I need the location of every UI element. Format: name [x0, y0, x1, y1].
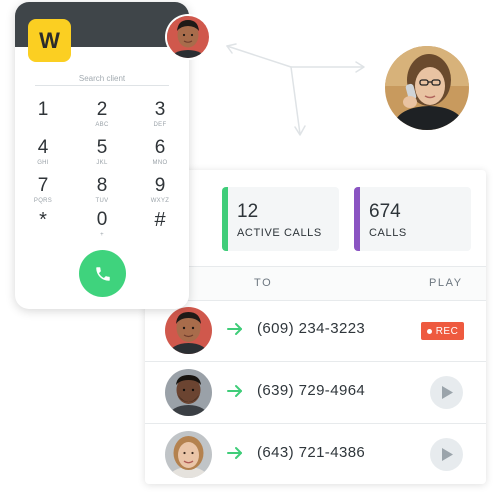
calls-card: 674 CALLS: [354, 187, 471, 251]
dial-key-letters: TUV: [95, 198, 109, 204]
dial-key[interactable]: *: [23, 209, 63, 243]
dial-key[interactable]: 4 GHI: [23, 137, 63, 171]
dialer-panel: W 12ABC3DEF4GHI5JKL6MNO7PQRS8TUV9WXYZ*0+…: [15, 2, 189, 309]
outgoing-arrow-icon: [227, 385, 242, 397]
dial-key-digit: 3: [154, 99, 166, 120]
dial-key-digit: 5: [96, 137, 108, 158]
client-avatar: [385, 46, 469, 130]
agent-avatar: [167, 16, 209, 58]
outgoing-arrow-icon: [227, 447, 242, 459]
column-header-to: TO: [254, 277, 273, 289]
dial-key-letters: GHI: [37, 160, 49, 166]
calls-table-header: TO PLAY: [145, 266, 486, 301]
active-calls-indicator: [222, 187, 228, 251]
dial-key-letters: +: [100, 232, 104, 238]
caller-avatar: [165, 369, 212, 416]
dial-key[interactable]: 1: [23, 99, 63, 133]
dial-key-letters: ABC: [95, 122, 109, 128]
active-calls-label: ACTIVE CALLS: [237, 227, 322, 239]
active-calls-card: 12 ACTIVE CALLS: [222, 187, 339, 251]
phone-number: (643) 721-4386: [257, 444, 366, 461]
recording-badge-label: REC: [435, 325, 459, 337]
record-dot-icon: [426, 328, 432, 334]
dial-key-digit: 1: [37, 99, 49, 120]
table-row[interactable]: (643) 721-4386: [145, 424, 486, 484]
play-button[interactable]: [430, 438, 463, 471]
dial-key-letters: PQRS: [33, 198, 53, 204]
play-button[interactable]: [430, 376, 463, 409]
app-logo: W: [28, 19, 71, 62]
calls-dashboard: 12 ACTIVE CALLS 674 CALLS TO PLAY (609) …: [145, 170, 486, 484]
caller-avatar: [165, 307, 212, 354]
dial-key[interactable]: 7 PQRS: [23, 175, 63, 209]
caller-avatar: [165, 431, 212, 478]
dial-key-letters: WXYZ: [150, 198, 170, 204]
phone-number: (639) 729-4964: [257, 382, 366, 399]
calls-label: CALLS: [369, 227, 407, 239]
dial-key[interactable]: 6 MNO: [140, 137, 180, 171]
dial-key[interactable]: 2 ABC: [82, 99, 122, 133]
recording-badge[interactable]: REC: [421, 322, 464, 340]
dial-key-letters: JKL: [96, 160, 108, 166]
dial-key[interactable]: 8 TUV: [82, 175, 122, 209]
calls-count: 674: [369, 201, 401, 222]
dial-key-digit: 7: [37, 175, 49, 196]
search-client-input[interactable]: [35, 71, 169, 86]
column-header-play: PLAY: [429, 277, 463, 289]
dial-key-letters: MNO: [152, 160, 168, 166]
table-row[interactable]: (609) 234-3223 REC: [145, 300, 486, 362]
dial-key-digit: *: [39, 209, 47, 231]
dial-key-digit: 9: [154, 175, 166, 196]
dial-key[interactable]: 9 WXYZ: [140, 175, 180, 209]
dial-key-digit: 6: [154, 137, 166, 158]
dial-key[interactable]: #: [140, 209, 180, 243]
dial-key[interactable]: 3 DEF: [140, 99, 180, 133]
call-button[interactable]: [79, 250, 126, 297]
dial-key-digit: #: [154, 209, 166, 231]
table-row[interactable]: (639) 729-4964: [145, 362, 486, 424]
phone-icon: [95, 266, 110, 281]
dial-key-digit: 0: [96, 209, 108, 230]
phone-number: (609) 234-3223: [257, 320, 366, 337]
dial-key[interactable]: 5 JKL: [82, 137, 122, 171]
dial-key-digit: 8: [96, 175, 108, 196]
calls-indicator: [354, 187, 360, 251]
outgoing-arrow-icon: [227, 323, 242, 335]
play-icon: [442, 448, 453, 461]
dial-key-letters: DEF: [153, 122, 167, 128]
dial-key[interactable]: 0 +: [82, 209, 122, 243]
dial-key-digit: 4: [37, 137, 49, 158]
active-calls-count: 12: [237, 201, 259, 222]
play-icon: [442, 386, 453, 399]
dial-key-digit: 2: [96, 99, 108, 120]
